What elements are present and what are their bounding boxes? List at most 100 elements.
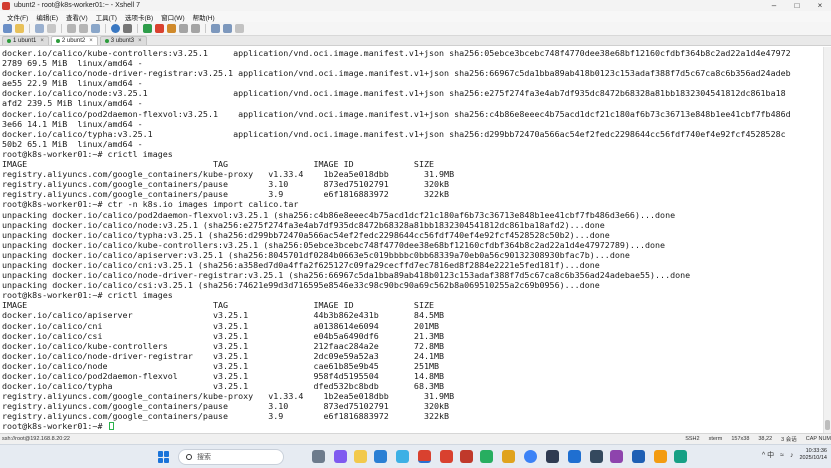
- wechat-icon[interactable]: [480, 450, 493, 463]
- terminal-line: IMAGE TAG IMAGE ID SIZE: [2, 300, 435, 311]
- terminal-line: docker.io/calico/node:v3.25.1 applicatio…: [2, 88, 786, 99]
- close-tab-icon[interactable]: ×: [89, 38, 93, 44]
- vscode-icon[interactable]: [374, 450, 387, 463]
- toolbar-divider: [205, 24, 206, 33]
- taskbar-search-box[interactable]: 搜索: [178, 449, 284, 465]
- menu-file[interactable]: 文件(F): [7, 12, 28, 22]
- menu-tabs[interactable]: 选项卡(B): [125, 12, 153, 22]
- toolbar: [0, 22, 831, 36]
- terminal-line: docker.io/calico/apiserver v3.25.1 44b3b…: [2, 310, 445, 321]
- new-session-icon[interactable]: [3, 24, 12, 33]
- file-explorer-icon[interactable]: [354, 450, 367, 463]
- find-icon[interactable]: [91, 24, 100, 33]
- keyboard-icon[interactable]: [179, 24, 188, 33]
- menu-edit[interactable]: 编辑(E): [36, 12, 58, 22]
- terminal-line: docker.io/calico/kube-controllers:v3.25.…: [2, 48, 791, 58]
- terminal-line: docker.io/calico/kube-controllers v3.25.…: [2, 340, 445, 351]
- app-icon[interactable]: [590, 450, 603, 463]
- terminal-line: registry.aliyuncs.com/google_containers/…: [2, 391, 455, 402]
- close-tab-icon[interactable]: ×: [138, 38, 142, 44]
- disconnect-icon[interactable]: [47, 24, 56, 33]
- close-tab-icon[interactable]: ×: [40, 38, 44, 44]
- tab-ubunt2[interactable]: 2 ubunt2 ×: [50, 36, 98, 45]
- globe-icon[interactable]: [111, 24, 120, 33]
- app-icon[interactable]: [674, 450, 687, 463]
- xshell-taskbar-icon[interactable]: [418, 450, 431, 463]
- app-icon[interactable]: [460, 450, 473, 463]
- menu-tools[interactable]: 工具(T): [96, 12, 117, 22]
- terminal-line: unpacking docker.io/calico/csi:v3.25.1 (…: [2, 280, 600, 291]
- terminal-line: docker.io/calico/pod2daemon-flexvol:v3.2…: [2, 108, 791, 119]
- terminal-line: unpacking docker.io/calico/node:v3.25.1 …: [2, 219, 605, 230]
- paste-icon[interactable]: [79, 24, 88, 33]
- terminal-line: registry.aliyuncs.com/google_containers/…: [2, 169, 455, 180]
- menu-help[interactable]: 帮助(H): [193, 12, 215, 22]
- terminal-line: root@k8s-worker01:~# crictl images: [2, 290, 173, 301]
- tab-label: 1 ubunt1: [13, 38, 37, 44]
- xshell-icon[interactable]: [155, 24, 164, 33]
- windows-start-icon[interactable]: [158, 451, 170, 463]
- terminal-line: ae55 22.9 MiB linux/amd64 -: [2, 78, 143, 89]
- word-icon[interactable]: [632, 450, 645, 463]
- copy-icon[interactable]: [67, 24, 76, 33]
- terminal-output[interactable]: docker.io/calico/kube-controllers:v3.25.…: [0, 47, 822, 433]
- close-icon[interactable]: ×: [809, 0, 831, 11]
- font-icon[interactable]: [123, 24, 132, 33]
- terminal-line: docker.io/calico/typha v3.25.1 dfed532bc…: [2, 381, 445, 392]
- tab-ubunt3[interactable]: 3 ubunt3 ×: [99, 36, 147, 45]
- app-icon[interactable]: [502, 450, 515, 463]
- terminal-lines: docker.io/calico/kube-controllers:v3.25.…: [0, 47, 822, 432]
- terminal-line: 50b2 65.1 MiB linux/amd64 -: [2, 138, 143, 149]
- app-icon[interactable]: [610, 450, 623, 463]
- connection-address: ssh://root@192.168.8.20:22: [2, 436, 70, 442]
- toolbar-divider: [61, 24, 62, 33]
- compose-icon[interactable]: [191, 24, 200, 33]
- protocol-indicator: SSH2: [685, 436, 700, 442]
- xftp-icon[interactable]: [143, 24, 152, 33]
- teams-app-icon[interactable]: [334, 450, 347, 463]
- system-tray: ^ 中 ≈ ♪ 10:33:36 2025/10/14: [762, 448, 827, 462]
- terminal-line: unpacking docker.io/calico/pod2daemon-fl…: [2, 209, 676, 220]
- app-icon[interactable]: [546, 450, 559, 463]
- lock-icon[interactable]: [167, 24, 176, 33]
- terminal-line: docker.io/calico/cni v3.25.1 a0138614e60…: [2, 320, 440, 331]
- terminal-scrollbar[interactable]: [823, 47, 831, 433]
- app-icon[interactable]: [568, 450, 581, 463]
- chrome-icon[interactable]: [524, 450, 537, 463]
- clock-date: 2025/10/14: [799, 455, 827, 461]
- terminal-line: docker.io/calico/node-driver-registrar v…: [2, 350, 445, 361]
- connected-status-icon: [104, 39, 109, 43]
- terminal-prompt-line[interactable]: root@k8s-worker01:~#: [2, 421, 822, 431]
- volume-icon[interactable]: ♪: [790, 452, 794, 459]
- scrollbar-thumb[interactable]: [825, 420, 830, 430]
- open-folder-icon[interactable]: [15, 24, 24, 33]
- app-icon[interactable]: [654, 450, 667, 463]
- fullscreen-icon[interactable]: [223, 24, 232, 33]
- help-icon[interactable]: [235, 24, 244, 33]
- terminal-size: 157x38: [731, 436, 750, 442]
- settings-app-icon[interactable]: [312, 450, 325, 463]
- app-icon[interactable]: [440, 450, 453, 463]
- tray-icons[interactable]: ^ 中: [762, 450, 774, 460]
- toolbar-divider: [29, 24, 30, 33]
- terminal-line: 3e66 14.1 MiB linux/amd64 -: [2, 118, 143, 129]
- tab-ubunt1[interactable]: 1 ubunt1 ×: [2, 36, 49, 45]
- terminal-line: registry.aliyuncs.com/google_containers/…: [2, 189, 450, 200]
- edge-browser-icon[interactable]: [396, 450, 409, 463]
- cursor-position: 38,22: [758, 436, 773, 442]
- terminal-line: 2789 69.5 MiB linux/amd64 -: [2, 58, 143, 69]
- title-bar: ubunt2 - root@k8s-worker01:~ - Xshell 7 …: [0, 0, 831, 11]
- terminal-line: root@k8s-worker01:~# ctr -n k8s.io image…: [2, 199, 299, 210]
- connect-icon[interactable]: [35, 24, 44, 33]
- menu-bar: 文件(F) 编辑(E) 查看(V) 工具(T) 选项卡(B) 窗口(W) 帮助(…: [0, 11, 831, 22]
- layout-icon[interactable]: [211, 24, 220, 33]
- menu-view[interactable]: 查看(V): [66, 12, 88, 22]
- minimize-icon[interactable]: –: [763, 0, 785, 11]
- taskbar-clock[interactable]: 10:33:36 2025/10/14: [799, 448, 827, 462]
- menu-window[interactable]: 窗口(W): [161, 12, 184, 22]
- terminal-line: docker.io/calico/node v3.25.1 cae61b85e9…: [2, 360, 440, 371]
- connected-status-icon: [55, 39, 60, 43]
- wifi-icon[interactable]: ≈: [780, 452, 784, 459]
- maximize-icon[interactable]: □: [786, 0, 808, 11]
- session-tab-bar: 1 ubunt1 × 2 ubunt2 × 3 ubunt3 ×: [0, 36, 831, 46]
